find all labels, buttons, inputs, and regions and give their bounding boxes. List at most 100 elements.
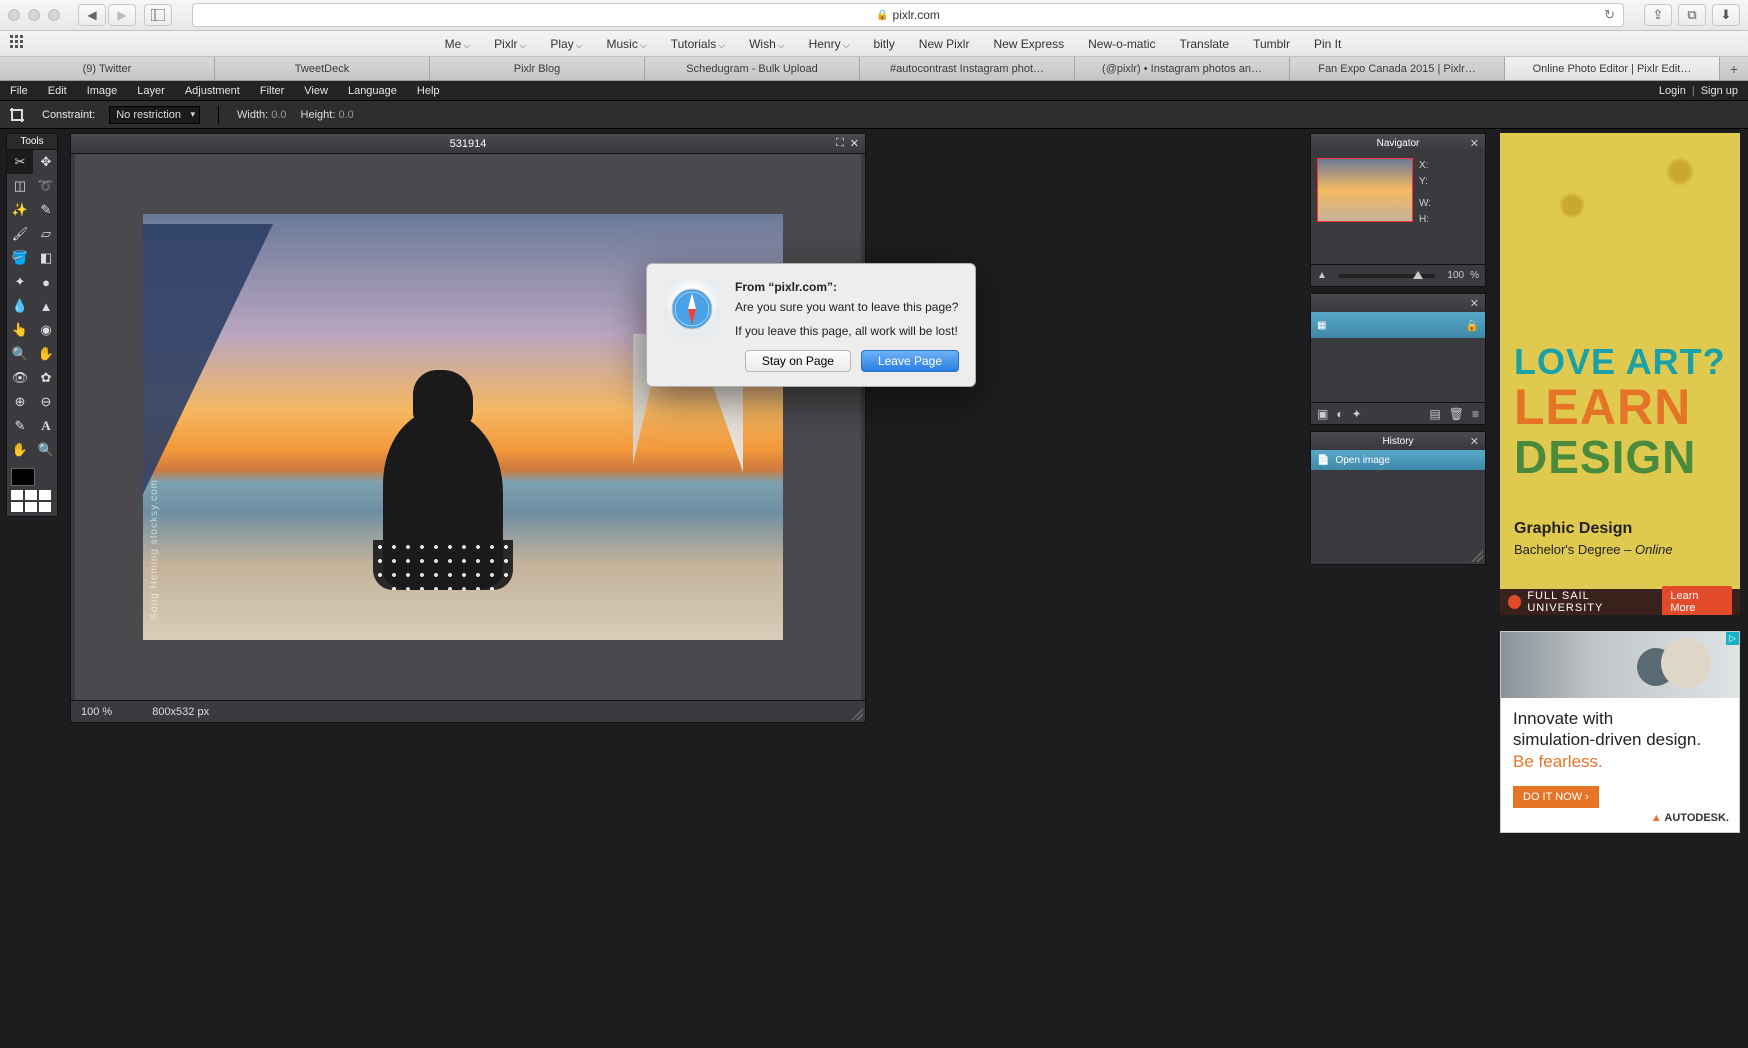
picker-tool[interactable]: ✎	[7, 414, 33, 438]
leave-page-button[interactable]: Leave Page	[861, 350, 959, 372]
bookmark-item[interactable]: Wish⌵	[749, 37, 785, 51]
bookmark-item[interactable]: Pin It	[1314, 37, 1341, 51]
brush-tool[interactable]: 🖌	[7, 222, 33, 246]
back-button[interactable]: ◀	[78, 4, 106, 26]
lasso-tool[interactable]: ➰	[33, 174, 59, 198]
browser-tab[interactable]: Schedugram - Bulk Upload	[645, 57, 860, 80]
bookmark-item[interactable]: New-o-matic	[1088, 37, 1155, 51]
crop-tool[interactable]: ✂	[7, 150, 33, 174]
adchoices-icon[interactable]: ▷	[1726, 632, 1739, 645]
browser-tab[interactable]: (9) Twitter	[0, 57, 215, 80]
tabs-button[interactable]: ⧉	[1678, 4, 1706, 26]
hand-tool[interactable]: ✋	[7, 438, 33, 462]
browser-tab[interactable]: (@pixlr) • Instagram photos an…	[1075, 57, 1290, 80]
signup-link[interactable]: Sign up	[1701, 85, 1738, 97]
downloads-button[interactable]: ⬇	[1712, 4, 1740, 26]
menu-filter[interactable]: Filter	[260, 85, 284, 97]
new-layer-icon[interactable]: ▣	[1317, 407, 1328, 421]
menu-image[interactable]: Image	[87, 85, 118, 97]
zoom-tool[interactable]: 🔍	[33, 438, 59, 462]
close-window[interactable]	[8, 9, 20, 21]
top-sites-icon[interactable]	[10, 35, 28, 53]
maximize-icon[interactable]: ⛶	[836, 137, 844, 150]
learn-more-button[interactable]: Learn More	[1662, 586, 1732, 615]
redeye-tool[interactable]: 👁	[7, 366, 33, 390]
reload-icon[interactable]: ↻	[1604, 7, 1615, 23]
marquee-tool[interactable]: ◫	[7, 174, 33, 198]
history-item[interactable]: 📄 Open image	[1311, 450, 1485, 470]
sponge-tool[interactable]: ◉	[33, 318, 59, 342]
menu-file[interactable]: File	[10, 85, 28, 97]
address-bar[interactable]: 🔒 pixlr.com ↻	[192, 3, 1624, 27]
menu-view[interactable]: View	[304, 85, 328, 97]
menu-layer[interactable]: Layer	[137, 85, 165, 97]
move-tool[interactable]: ✥	[33, 150, 59, 174]
menu-help[interactable]: Help	[417, 85, 440, 97]
browser-tab[interactable]: TweetDeck	[215, 57, 430, 80]
close-icon[interactable]: ✕	[1470, 435, 1479, 448]
menu-language[interactable]: Language	[348, 85, 397, 97]
ad-fullsail[interactable]: LOVE ART? LEARN DESIGN Graphic Design Ba…	[1500, 133, 1740, 615]
bookmark-item[interactable]: Me⌵	[445, 37, 471, 51]
bucket-tool[interactable]: 🪣	[7, 246, 33, 270]
burn-tool[interactable]: ✋	[33, 342, 59, 366]
ad-autodesk[interactable]: ▷ Innovate with simulation-driven design…	[1500, 631, 1740, 833]
mask-icon[interactable]: ◐	[1336, 407, 1343, 421]
stamp-tool[interactable]: ●	[33, 270, 59, 294]
resize-handle[interactable]	[1471, 550, 1483, 562]
width-value[interactable]: 0.0	[271, 109, 286, 121]
bookmark-item[interactable]: Play⌵	[550, 37, 582, 51]
zoom-out-icon[interactable]: ▲	[1317, 270, 1327, 281]
layer-row[interactable]: ▦ 🔒	[1311, 312, 1485, 338]
browser-tab[interactable]: Pixlr Blog	[430, 57, 645, 80]
bookmark-item[interactable]: New Express	[993, 37, 1064, 51]
browser-tab[interactable]: #autocontrast Instagram phot…	[860, 57, 1075, 80]
zoom-slider[interactable]	[1339, 274, 1436, 278]
bookmark-item[interactable]: New Pixlr	[919, 37, 970, 51]
menu-edit[interactable]: Edit	[48, 85, 67, 97]
share-button[interactable]: ⇪	[1644, 4, 1672, 26]
gradient-tool[interactable]: ◧	[33, 246, 59, 270]
bookmark-item[interactable]: bitly	[873, 37, 894, 51]
bloat-tool[interactable]: ⊕	[7, 390, 33, 414]
foreground-color[interactable]	[11, 468, 35, 486]
browser-tab[interactable]: Online Photo Editor | Pixlr Edit…	[1505, 57, 1720, 80]
smudge-tool[interactable]: 👆	[7, 318, 33, 342]
bookmark-item[interactable]: Music⌵	[607, 37, 647, 51]
forward-button[interactable]: ▶	[108, 4, 136, 26]
height-value[interactable]: 0.0	[338, 109, 353, 121]
spot-tool[interactable]: ✿	[33, 366, 59, 390]
login-link[interactable]: Login	[1659, 85, 1686, 97]
menu-adjustment[interactable]: Adjustment	[185, 85, 240, 97]
zoom-window[interactable]	[48, 9, 60, 21]
sharpen-tool[interactable]: ▲	[33, 294, 59, 318]
swatch-grid[interactable]	[11, 490, 53, 512]
do-it-now-button[interactable]: DO IT NOW	[1513, 786, 1599, 808]
close-icon[interactable]: ✕	[1470, 137, 1479, 150]
constraint-select[interactable]: No restriction	[109, 106, 200, 124]
navigator-thumbnail[interactable]	[1317, 158, 1413, 222]
bookmark-item[interactable]: Tutorials⌵	[671, 37, 725, 51]
dodge-tool[interactable]: 🔍	[7, 342, 33, 366]
trash-icon[interactable]: 🗑	[1449, 407, 1464, 421]
eraser-tool[interactable]: ▱	[33, 222, 59, 246]
document-titlebar[interactable]: 531914 ⛶ ✕	[71, 134, 865, 154]
close-icon[interactable]: ✕	[850, 137, 859, 150]
canvas[interactable]: Song Heming stocksy.com	[75, 154, 861, 700]
new-tab-button[interactable]: +	[1720, 57, 1748, 80]
sidebar-toggle[interactable]	[144, 4, 172, 26]
bookmark-item[interactable]: Translate	[1179, 37, 1229, 51]
close-icon[interactable]: ✕	[1470, 297, 1479, 310]
bookmark-item[interactable]: Henry⌵	[809, 37, 850, 51]
fx-icon[interactable]: ✦	[1352, 407, 1362, 421]
type-tool[interactable]: A	[33, 414, 59, 438]
bookmark-item[interactable]: Tumblr	[1253, 37, 1290, 51]
resize-handle[interactable]	[851, 708, 863, 720]
bookmark-item[interactable]: Pixlr⌵	[494, 37, 526, 51]
pinch-tool[interactable]: ⊖	[33, 390, 59, 414]
blur-tool[interactable]: 💧	[7, 294, 33, 318]
wand-tool[interactable]: ✨	[7, 198, 33, 222]
pencil-tool[interactable]: ✎	[33, 198, 59, 222]
layer-settings-icon[interactable]: ▤	[1429, 407, 1440, 421]
more-icon[interactable]: ≡	[1472, 407, 1479, 421]
